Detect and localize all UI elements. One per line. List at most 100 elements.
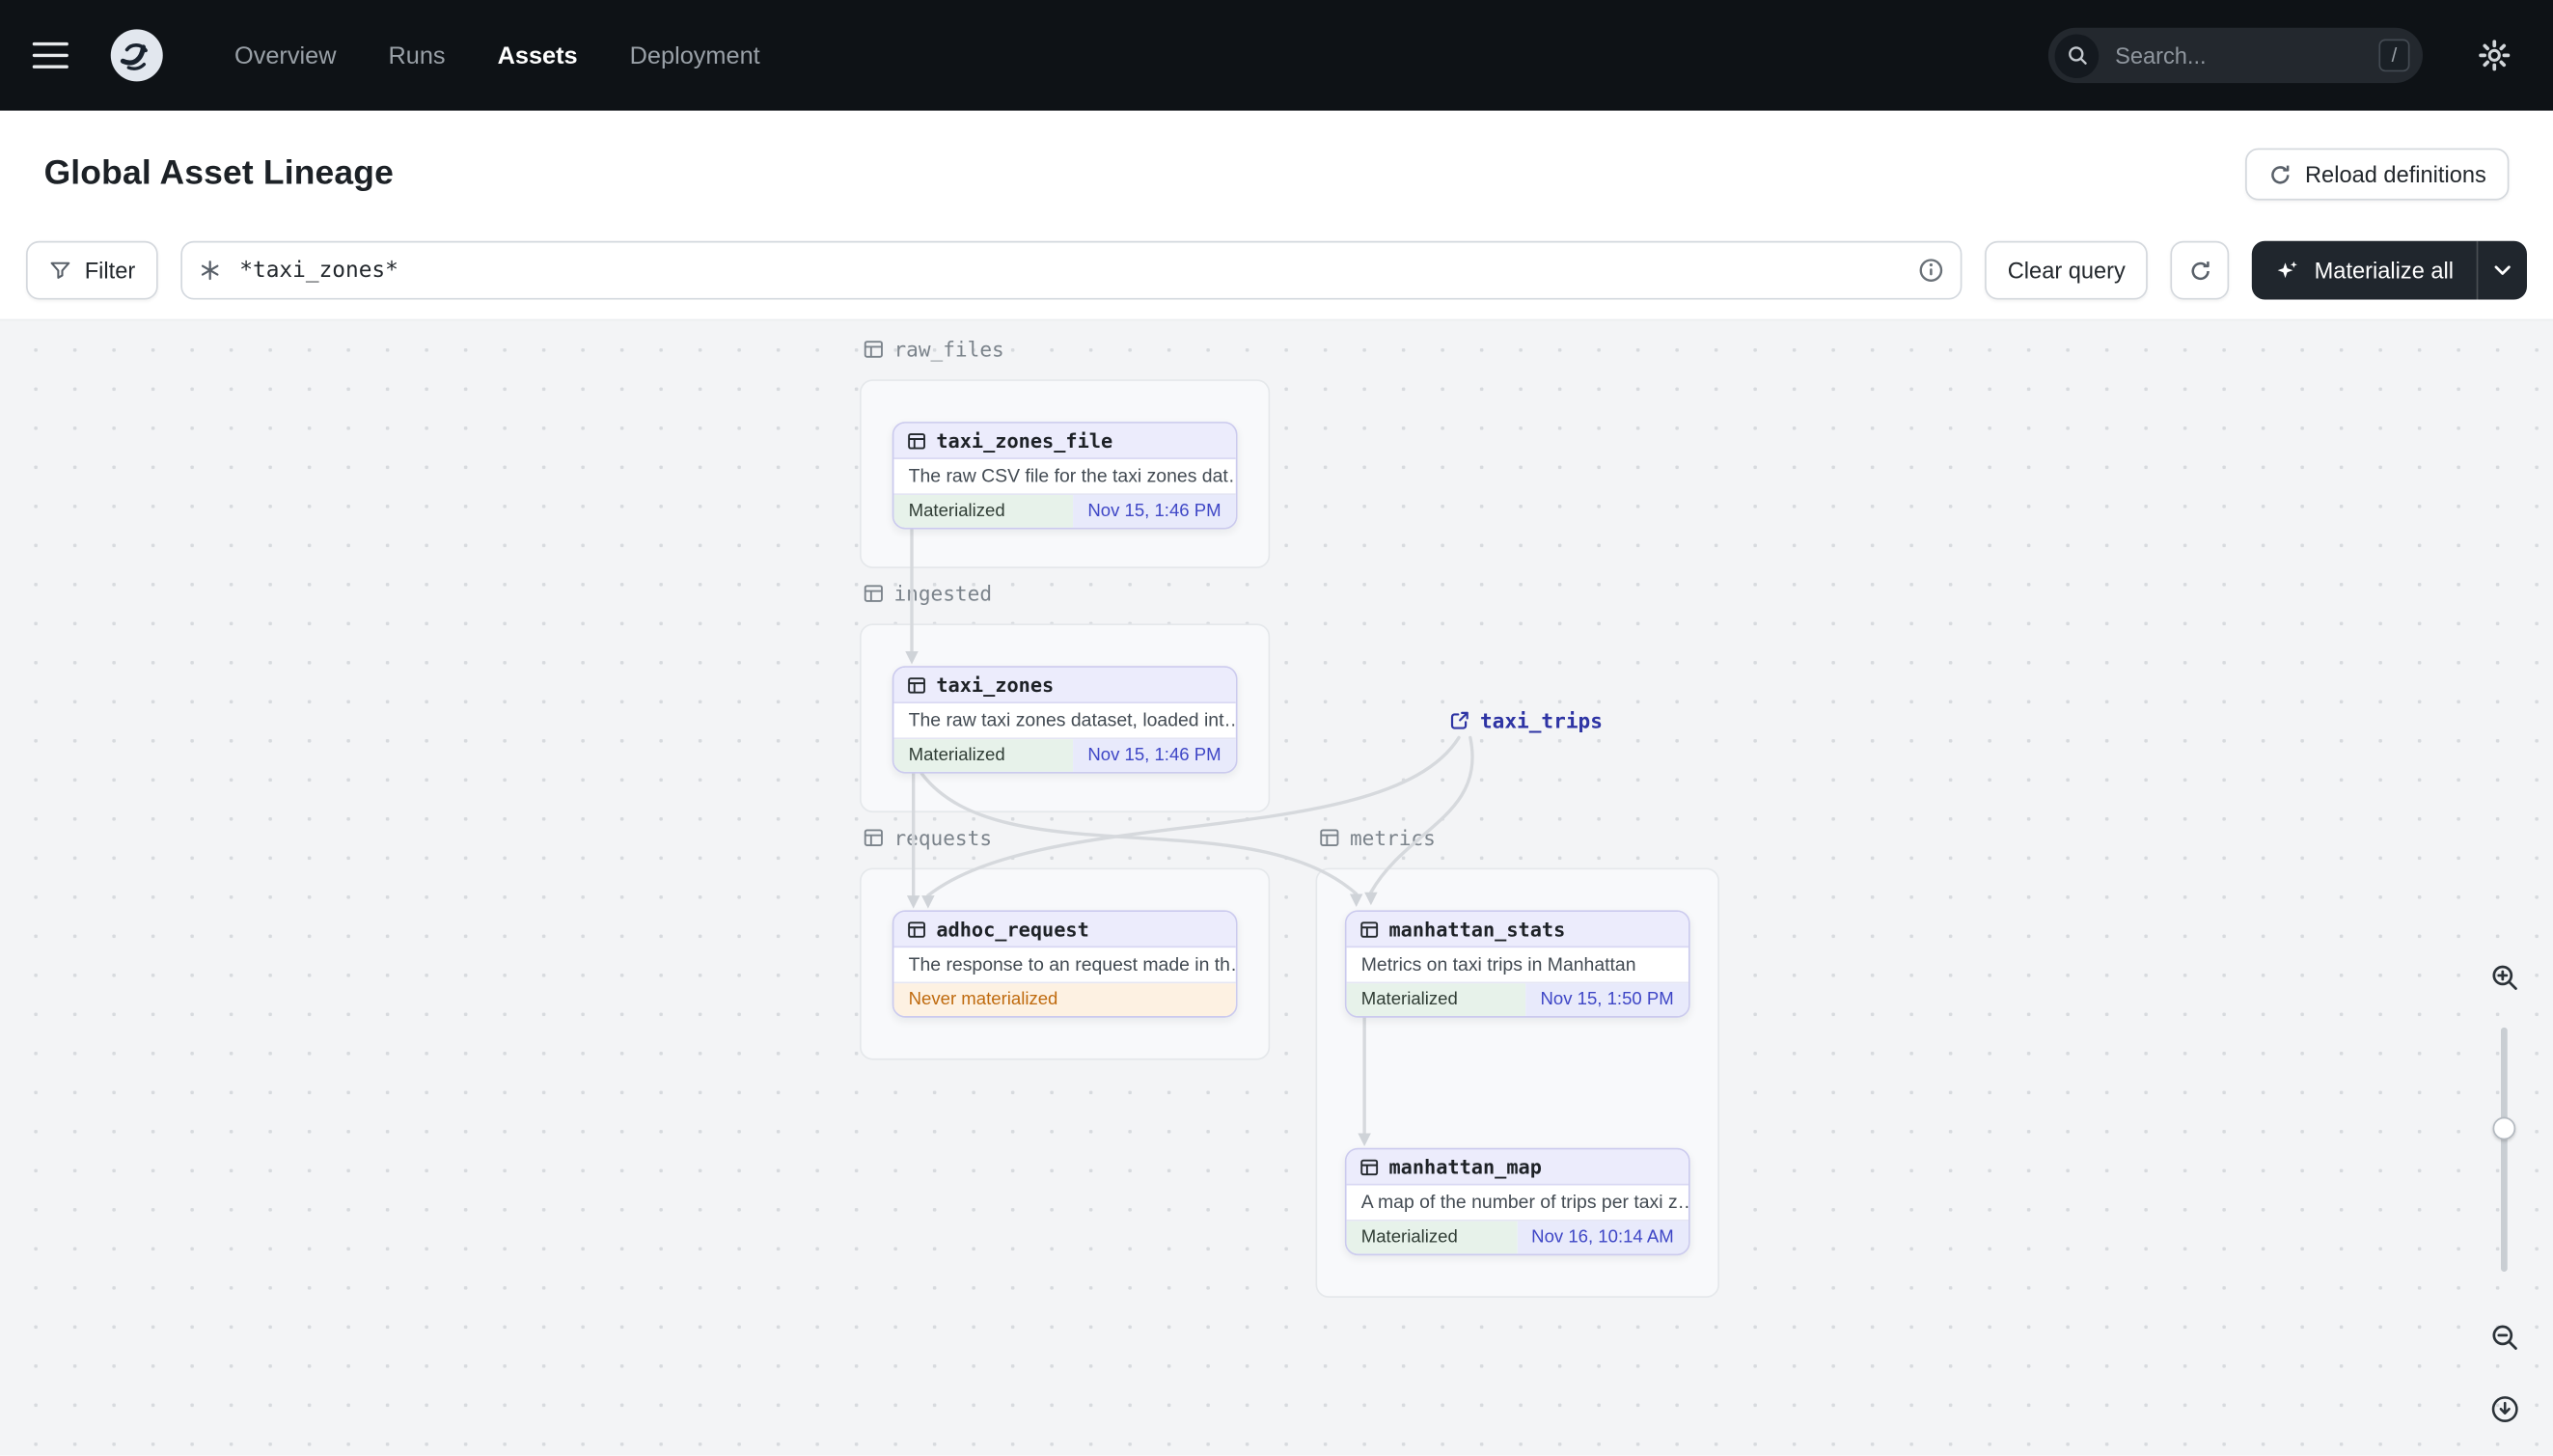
lineage-toolbar: Filter Clear query Materialize (0, 237, 2553, 319)
asset-title: adhoc_request (936, 917, 1089, 941)
table-icon (1359, 920, 1379, 939)
page-title: Global Asset Lineage (43, 154, 395, 193)
filter-button[interactable]: Filter (26, 240, 158, 300)
clear-query-label: Clear query (2007, 257, 2126, 284)
table-icon (1319, 827, 1340, 848)
table-icon (863, 827, 884, 848)
materialize-all-button[interactable]: Materialize all (2252, 241, 2476, 300)
table-icon (1359, 1157, 1379, 1176)
asset-status-bar: Never materialized (893, 981, 1236, 1016)
refresh-icon (2267, 162, 2292, 186)
nav-links: Overview Runs Assets Deployment (234, 41, 760, 69)
status-badge: Materialized (1346, 983, 1526, 1016)
asset-node-taxi-zones[interactable]: taxi_zones The raw taxi zones dataset, l… (892, 666, 1238, 774)
nav-item-assets[interactable]: Assets (498, 41, 578, 69)
asset-node-manhattan-stats[interactable]: manhattan_stats Metrics on taxi trips in… (1344, 910, 1690, 1018)
group-label-raw-files[interactable]: raw_files (863, 337, 1004, 362)
app-root: Overview Runs Assets Deployment / (0, 0, 2553, 1456)
table-icon (907, 674, 926, 694)
asset-description: Metrics on taxi trips in Manhattan (1360, 954, 1636, 975)
asset-node-header: taxi_zones (893, 667, 1236, 703)
table-icon (907, 920, 926, 939)
reload-definitions-button[interactable]: Reload definitions (2244, 148, 2510, 201)
asset-status-bar: Materialized Nov 16, 10:14 AM (1346, 1219, 1688, 1254)
nav-item-overview[interactable]: Overview (234, 41, 336, 69)
status-badge: Materialized (893, 739, 1074, 772)
asset-node-header: manhattan_stats (1346, 912, 1688, 948)
asset-node-manhattan-map[interactable]: manhattan_map A map of the number of tri… (1344, 1147, 1690, 1256)
asset-title: taxi_zones_file (936, 428, 1113, 453)
asset-status-bar: Materialized Nov 15, 1:50 PM (1346, 981, 1688, 1016)
asset-node-header: adhoc_request (893, 912, 1236, 948)
filter-label: Filter (84, 257, 136, 284)
group-label-requests[interactable]: requests (863, 826, 992, 850)
search-box: / (2047, 27, 2423, 84)
dagster-logo[interactable] (107, 26, 166, 85)
clear-query-button[interactable]: Clear query (1985, 240, 2149, 300)
refresh-graph-button[interactable] (2171, 240, 2230, 300)
info-icon[interactable] (1918, 258, 1944, 284)
asset-node-header: taxi_zones_file (893, 423, 1236, 459)
asset-title: manhattan_stats (1388, 917, 1566, 941)
filter-icon (49, 259, 72, 282)
zoom-in-button[interactable] (2482, 954, 2527, 1000)
asset-status-bar: Materialized Nov 15, 1:46 PM (893, 493, 1236, 528)
materialization-timestamp: Nov 15, 1:50 PM (1525, 983, 1688, 1016)
asset-description: The raw CSV file for the taxi zones dat… (908, 466, 1236, 486)
gear-icon[interactable] (2468, 38, 2520, 73)
asset-selection-input-box (180, 240, 1963, 300)
asset-description: The response to an request made in th… (908, 954, 1236, 975)
sparkle-icon (2275, 258, 2299, 282)
nav-item-runs[interactable]: Runs (388, 41, 445, 69)
zoom-out-button[interactable] (2482, 1314, 2527, 1360)
zoom-in-icon (2488, 961, 2519, 992)
asset-selection-input[interactable] (235, 255, 1904, 286)
page-header: Global Asset Lineage Reload definitions (0, 110, 2553, 238)
status-badge: Never materialized (893, 983, 1236, 1016)
caret-down-icon (2494, 265, 2511, 275)
nav-item-deployment[interactable]: Deployment (630, 41, 760, 69)
lineage-canvas[interactable]: raw_files ingested requests metrics taxi… (0, 318, 2553, 1456)
search-input[interactable] (2111, 41, 2366, 70)
zoom-slider[interactable] (2501, 1027, 2508, 1272)
external-asset-title: taxi_trips (1479, 708, 1603, 733)
status-badge: Materialized (1346, 1221, 1517, 1254)
download-icon (2488, 1393, 2519, 1424)
search-shortcut-key: / (2378, 39, 2410, 72)
menu-icon[interactable] (32, 41, 69, 69)
asset-node-taxi-zones-file[interactable]: taxi_zones_file The raw CSV file for the… (892, 422, 1238, 530)
group-label-ingested[interactable]: ingested (863, 581, 993, 606)
group-name: metrics (1349, 825, 1436, 850)
refresh-icon (2188, 258, 2212, 282)
search-icon (2054, 33, 2100, 78)
asset-title: manhattan_map (1388, 1155, 1542, 1178)
reload-definitions-label: Reload definitions (2304, 161, 2486, 188)
status-badge: Materialized (893, 495, 1074, 528)
asset-node-header: manhattan_map (1346, 1149, 1688, 1186)
download-button[interactable] (2482, 1386, 2527, 1431)
zoom-slider-handle[interactable] (2492, 1116, 2516, 1140)
external-asset-taxi-trips[interactable]: taxi_trips (1449, 708, 1603, 732)
top-nav: Overview Runs Assets Deployment / (0, 0, 2553, 111)
asset-description: The raw taxi zones dataset, loaded int… (908, 710, 1236, 730)
group-name: requests (893, 825, 993, 850)
lineage-edges (905, 527, 1474, 1146)
table-icon (907, 430, 926, 450)
asset-node-adhoc-request[interactable]: adhoc_request The response to an request… (892, 910, 1238, 1018)
table-icon (863, 339, 884, 360)
group-name: raw_files (893, 337, 1004, 362)
op-selector-icon (199, 259, 222, 282)
external-link-icon (1449, 710, 1470, 731)
group-label-metrics[interactable]: metrics (1319, 826, 1436, 850)
asset-title: taxi_zones (936, 673, 1055, 697)
materialize-all-split-button: Materialize all (2252, 240, 2527, 300)
materialize-dropdown-button[interactable] (2476, 240, 2527, 300)
materialization-timestamp: Nov 15, 1:46 PM (1073, 495, 1236, 528)
asset-description: A map of the number of trips per taxi z… (1360, 1193, 1688, 1213)
materialization-timestamp: Nov 16, 10:14 AM (1516, 1221, 1688, 1254)
materialization-timestamp: Nov 15, 1:46 PM (1073, 739, 1236, 772)
zoom-out-icon (2488, 1321, 2519, 1352)
materialize-all-label: Materialize all (2314, 257, 2455, 284)
group-name: ingested (893, 581, 993, 606)
asset-status-bar: Materialized Nov 15, 1:46 PM (893, 737, 1236, 772)
